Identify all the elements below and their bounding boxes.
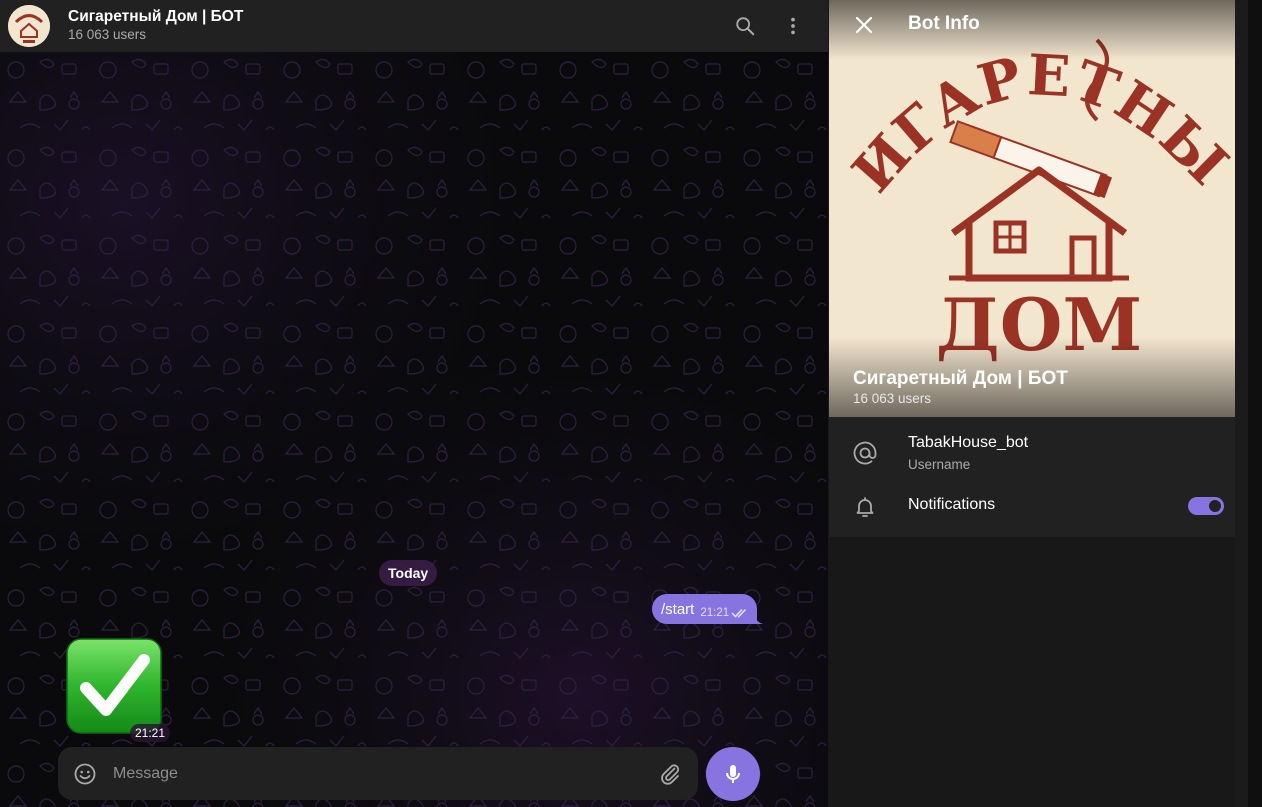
telegram-app: Сигаретный Дом | БОТ 16 063 users Today … <box>0 0 1262 807</box>
search-icon <box>736 17 755 36</box>
notifications-toggle[interactable] <box>1188 497 1224 515</box>
profile-photo[interactable]: СИГАРЕТНЫЙ ДОМ <box>829 0 1248 417</box>
search-button[interactable] <box>729 10 761 42</box>
username-row[interactable]: TabakHouse_bot Username <box>829 417 1248 479</box>
profile-name: Сигаретный Дом | БОТ <box>853 368 1068 389</box>
voice-record-button[interactable] <box>706 747 760 801</box>
outgoing-message[interactable]: /start 21:21 <box>652 594 764 624</box>
more-vertical-icon <box>791 17 795 35</box>
scrollbar-track[interactable] <box>1235 0 1248 807</box>
emoji-button[interactable] <box>71 760 99 788</box>
avatar[interactable] <box>8 5 50 47</box>
more-button[interactable] <box>777 10 809 42</box>
at-icon <box>851 439 879 467</box>
toggle-knob <box>1207 498 1223 514</box>
microphone-icon <box>726 765 740 783</box>
close-icon <box>855 16 873 34</box>
notifications-row[interactable]: Notifications <box>829 479 1248 537</box>
message-time: 21:21 <box>700 607 730 619</box>
panel-title: Bot Info <box>908 13 980 34</box>
chat-member-count: 16 063 users <box>68 27 147 42</box>
message-composer <box>58 747 698 800</box>
date-separator: Today <box>379 560 438 586</box>
sticker-time: 21:21 <box>130 724 171 742</box>
username-value: TabakHouse_bot <box>908 434 1029 451</box>
username-label: Username <box>908 457 971 472</box>
close-button[interactable] <box>848 9 880 41</box>
check-mark-icon <box>66 638 162 734</box>
smile-icon <box>74 763 96 784</box>
chat-title: Сигаретный Дом | БОТ <box>68 8 244 25</box>
message-input[interactable] <box>113 764 656 783</box>
bell-icon <box>851 493 879 521</box>
attach-button[interactable] <box>656 760 684 788</box>
chat-header[interactable]: Сигаретный Дом | БОТ 16 063 users <box>0 0 828 52</box>
paperclip-icon <box>661 763 680 785</box>
info-panel-empty-area <box>829 537 1248 807</box>
bot-info-panel: СИГАРЕТНЫЙ ДОМ <box>828 0 1248 807</box>
hero-top-shade <box>829 0 1248 60</box>
chat-area: Сигаретный Дом | БОТ 16 063 users Today … <box>0 0 828 807</box>
message-meta: 21:21 <box>700 607 749 619</box>
message-text: /start <box>661 600 695 618</box>
bubble-tail <box>753 614 764 624</box>
logo-icon <box>8 5 50 47</box>
double-check-icon <box>731 608 747 618</box>
notifications-label: Notifications <box>908 496 996 513</box>
profile-member-count: 16 063 users <box>853 391 932 406</box>
info-list: TabakHouse_bot Username Notifications <box>829 417 1248 537</box>
check-mark-sticker[interactable] <box>66 638 162 734</box>
chat-header-text: Сигаретный Дом | БОТ 16 063 users <box>68 8 243 44</box>
